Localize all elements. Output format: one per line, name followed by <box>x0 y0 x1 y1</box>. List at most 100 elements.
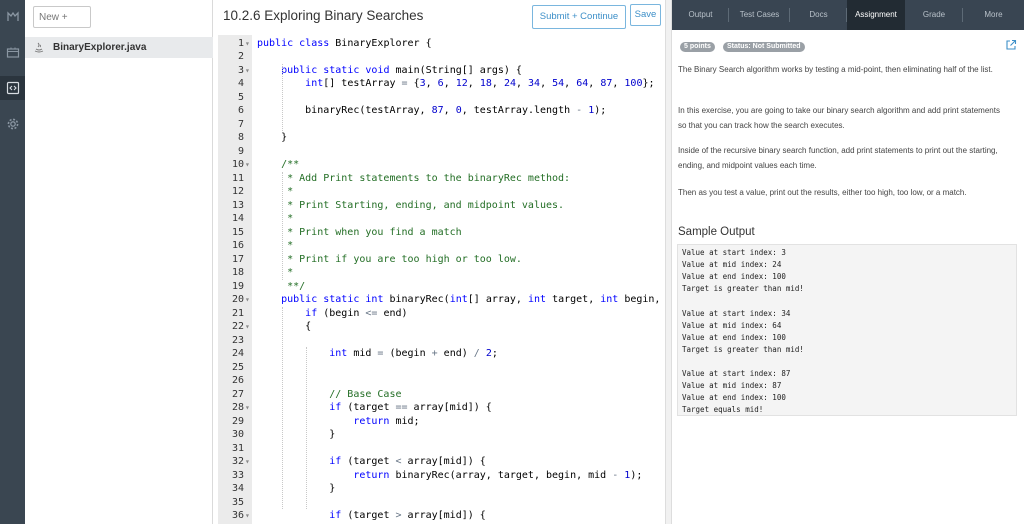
code-line[interactable]: 5 <box>218 91 665 105</box>
instructions-paragraph: The Binary Search algorithm works by tes… <box>678 65 993 74</box>
panel-divider[interactable] <box>665 0 672 524</box>
settings-icon[interactable] <box>4 115 21 132</box>
icon-rail <box>0 0 25 524</box>
sample-output-line: Value at start index: 87 <box>682 369 791 378</box>
code-line[interactable]: 24 int mid = (begin + end) / 2; <box>218 347 665 361</box>
code-text: public class BinaryExplorer { <box>257 37 432 49</box>
code-line[interactable]: 22 ▾ { <box>218 320 665 334</box>
code-line[interactable]: 33 return binaryRec(array, target, begin… <box>218 469 665 483</box>
code-text: **/ <box>257 280 306 292</box>
code-line[interactable]: 14 * <box>218 212 665 226</box>
code-line[interactable]: 4 int[] testArray = {3, 6, 12, 18, 24, 3… <box>218 77 665 91</box>
tab-assignment[interactable]: Assignment <box>847 0 905 30</box>
code-text: if (begin <= end) <box>305 307 408 319</box>
save-button[interactable]: Save <box>630 4 661 26</box>
indent-guide <box>282 171 284 280</box>
code-line[interactable]: 18 * <box>218 266 665 280</box>
status-badge: Status: Not Submitted <box>723 42 805 52</box>
line-number: 6 <box>237 105 244 116</box>
line-number: 7 <box>237 118 244 130</box>
code-line[interactable]: 34 } <box>218 482 665 496</box>
files-icon[interactable] <box>4 44 21 61</box>
code-line[interactable]: 12 * <box>218 185 665 199</box>
code-line[interactable]: 25 <box>218 361 665 375</box>
line-number: 22 <box>231 321 244 332</box>
code-line[interactable]: 35 <box>218 496 665 510</box>
line-number: 24 <box>231 348 244 359</box>
fold-arrow-icon[interactable]: ▾ <box>245 293 252 307</box>
fold-arrow-icon[interactable]: ▾ <box>245 509 252 523</box>
code-line[interactable]: 32 ▾ if (target < array[mid]) { <box>218 455 665 469</box>
fold-arrow-icon[interactable]: ▾ <box>245 37 252 51</box>
fold-arrow-icon[interactable]: ▾ <box>245 455 252 469</box>
line-number: 16 <box>231 240 244 251</box>
indent-guide <box>306 347 308 509</box>
code-text: * <box>257 240 294 251</box>
code-line[interactable]: 30 } <box>218 428 665 442</box>
code-line[interactable]: 29 return mid; <box>218 415 665 429</box>
line-number: 18 <box>231 267 244 278</box>
line-number: 3 <box>237 64 244 76</box>
fold-arrow-icon[interactable]: ▾ <box>245 320 252 334</box>
submit-continue-button[interactable]: Submit + Continue <box>532 5 626 29</box>
line-number: 26 <box>231 375 244 386</box>
tab-more[interactable]: More <box>963 0 1024 30</box>
code-line[interactable]: 9 <box>218 145 665 159</box>
sample-output-box: Value at start index: 3 Value at mid inde… <box>677 244 1017 416</box>
code-line[interactable]: 8 } <box>218 131 665 145</box>
sample-output-line: Value at mid index: 87 <box>682 381 782 391</box>
line-number: 30 <box>231 429 244 440</box>
code-line[interactable]: 15 * Print when you find a match <box>218 226 665 240</box>
line-number: 12 <box>231 186 244 197</box>
code-line[interactable]: 19 **/ <box>218 280 665 294</box>
indent-guide <box>282 63 284 131</box>
code-line[interactable]: 3 ▾ public static void main(String[] args… <box>218 64 665 78</box>
code-line[interactable]: 28 ▾ if (target == array[mid]) { <box>218 401 665 415</box>
code-line[interactable]: 36 ▾ if (target > array[mid]) { <box>218 509 665 523</box>
code-line[interactable]: 20 ▾ public static int binaryRec(int[] ar… <box>218 293 665 307</box>
line-number: 25 <box>231 361 244 373</box>
line-number: 28 <box>231 402 244 413</box>
code-text: int mid = (begin + end) / 2; <box>329 348 498 359</box>
tab-grade[interactable]: Grade <box>905 0 963 30</box>
new-file-button[interactable]: New + <box>33 6 91 28</box>
code-text: { <box>257 321 312 332</box>
code-line[interactable]: 23 <box>218 334 665 348</box>
external-link-icon[interactable] <box>1005 39 1017 51</box>
code-icon[interactable] <box>0 76 25 100</box>
fold-arrow-icon[interactable]: ▾ <box>245 64 252 78</box>
code-line[interactable]: 11 * Add Print statements to the binaryR… <box>218 172 665 186</box>
code-line[interactable]: 26 <box>218 374 665 388</box>
line-number: 9 <box>237 145 244 157</box>
fold-arrow-icon[interactable]: ▾ <box>245 401 252 415</box>
line-number: 19 <box>231 280 244 292</box>
code-line[interactable]: 31 <box>218 442 665 456</box>
code-line[interactable]: 13 * Print Starting, ending, and midpoin… <box>218 199 665 213</box>
line-number: 32 <box>231 456 244 467</box>
code-line[interactable]: 7 <box>218 118 665 132</box>
code-line[interactable]: 1 ▾ public class BinaryExplorer { <box>218 37 665 51</box>
code-line[interactable]: 2 <box>218 50 665 64</box>
code-line[interactable]: 10 ▾ /** <box>218 158 665 172</box>
code-line[interactable]: 17 * Print if you are too high or too lo… <box>218 253 665 267</box>
code-line[interactable]: 27 // Base Case <box>218 388 665 402</box>
file-item[interactable]: BinaryExplorer.java <box>25 37 213 58</box>
code-editor[interactable]: 1 ▾ public class BinaryExplorer {2 3 ▾ publi… <box>218 35 665 524</box>
tab-output[interactable]: Output <box>672 0 729 30</box>
sample-output-line: Value at end index: 100 <box>682 393 786 403</box>
logo-icon[interactable] <box>4 8 21 25</box>
code-line[interactable]: 16 * <box>218 239 665 253</box>
code-line[interactable]: 6 binaryRec(testArray, 87, 0, testArray.… <box>218 104 665 118</box>
tab-docs[interactable]: Docs <box>790 0 847 30</box>
code-text: // Base Case <box>257 388 402 400</box>
instructions-paragraph: Then as you test a value, print out the … <box>678 188 967 197</box>
fold-arrow-icon[interactable]: ▾ <box>245 158 252 172</box>
code-line[interactable]: 21 if (begin <= end) <box>218 307 665 321</box>
java-file-icon <box>34 42 44 52</box>
sample-output-line: Value at mid index: 24 <box>682 260 782 270</box>
tab-test-cases[interactable]: Test Cases <box>729 0 790 30</box>
line-number: 34 <box>231 483 244 494</box>
sample-output-line: Target is greater than mid! <box>682 344 804 354</box>
line-number: 27 <box>231 388 244 400</box>
sample-output-line: Target is greater than mid! <box>682 284 804 294</box>
